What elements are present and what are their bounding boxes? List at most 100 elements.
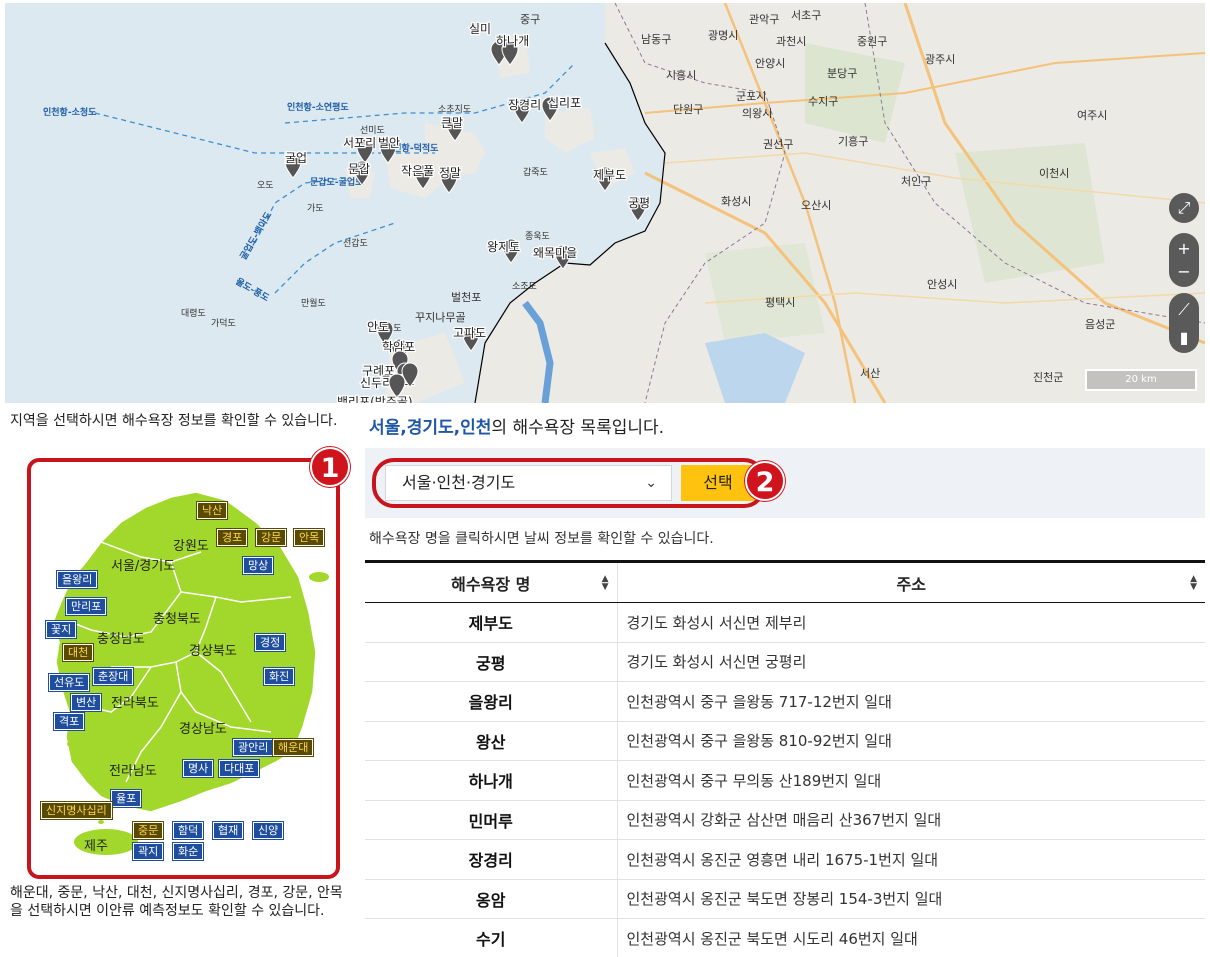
map-pin-label[interactable]: 장경리 bbox=[507, 97, 543, 114]
layers-icon[interactable]: ▮ bbox=[1180, 328, 1189, 347]
column-header-name[interactable]: 해수욕장 명 ▲ ▼ bbox=[365, 560, 618, 603]
map-pin-label[interactable]: 큰말 bbox=[440, 115, 465, 132]
map-pin-label[interactable]: 벌안 bbox=[377, 135, 402, 152]
beach-tag[interactable]: 꽃지 bbox=[44, 620, 78, 639]
region-gyeongnam[interactable]: 경상남도 bbox=[179, 718, 227, 737]
map-pin-label[interactable]: 하나개 bbox=[495, 33, 531, 50]
beach-tag[interactable]: 낙산 bbox=[195, 501, 229, 520]
table-row[interactable]: 왕산 인천광역시 중구 을왕동 810-92번지 일대 bbox=[365, 721, 1205, 761]
map-pin-label[interactable]: 정말 bbox=[438, 165, 463, 182]
beach-name-link[interactable]: 궁평 bbox=[365, 642, 618, 682]
beach-tag[interactable]: 율포 bbox=[109, 789, 143, 808]
title-region-2: 경기도 bbox=[406, 418, 454, 438]
beach-tag[interactable]: 경포 bbox=[215, 528, 249, 547]
map-pin-label[interactable]: 고파도 bbox=[452, 325, 488, 342]
region-seoul-gyeonggi[interactable]: 서울/경기도 bbox=[111, 555, 175, 574]
map-tools[interactable]: ⟋ ▮ bbox=[1169, 293, 1199, 353]
map-pin-label[interactable]: 신두리 bbox=[359, 375, 395, 392]
table-row[interactable]: 하나개 인천광역시 중구 무의동 산189번지 일대 bbox=[365, 760, 1205, 801]
zoom-in-icon[interactable]: + bbox=[1177, 239, 1190, 258]
table-row[interactable]: 옹암 인천광역시 옹진군 북도면 장봉리 154-3번지 일대 bbox=[365, 879, 1205, 919]
sea-label: 인천항-소청도 bbox=[43, 106, 97, 118]
svg-text:중구: 중구 bbox=[520, 13, 540, 26]
zoom-out-icon[interactable]: − bbox=[1177, 262, 1190, 281]
map-pin-label[interactable]: 제부도 bbox=[592, 167, 628, 184]
beach-map[interactable]: 인천항-소청도 인천항-소연평도 인천항-덕적도 문갑도-굴업도 굴업도-백아도… bbox=[5, 3, 1205, 403]
beach-tag[interactable]: 다대포 bbox=[217, 759, 261, 778]
beach-tag[interactable]: 신지명사십리 bbox=[40, 801, 113, 820]
beach-table: 해수욕장 명 ▲ ▼ 주소 ▲ ▼ 제부도 경기도 화성시 서신면 제부리 궁평 경기도 … bbox=[365, 560, 1205, 957]
svg-text:수지구: 수지구 bbox=[808, 95, 838, 108]
map-pin-label[interactable]: 궁평 bbox=[627, 195, 652, 212]
map-pin-label[interactable]: 작은풀 bbox=[400, 163, 436, 180]
zoom-control[interactable]: + − bbox=[1169, 233, 1199, 287]
map-pin-label[interactable]: 백리포(방주골) bbox=[336, 394, 414, 403]
map-pin-label[interactable]: 왕지도 bbox=[486, 239, 522, 256]
beach-name-link[interactable]: 장경리 bbox=[365, 839, 618, 880]
svg-text:분당구: 분당구 bbox=[827, 67, 857, 80]
table-row[interactable]: 궁평 경기도 화성시 서신면 궁평리 bbox=[365, 642, 1205, 682]
beach-name-link[interactable]: 왕산 bbox=[365, 721, 618, 761]
beach-tag[interactable]: 춘장대 bbox=[91, 667, 135, 686]
map-pin-label[interactable]: 서포리 bbox=[342, 135, 378, 152]
beach-address: 경기도 화성시 서신면 제부리 bbox=[617, 602, 1205, 643]
beach-tag[interactable]: 명사 bbox=[181, 759, 215, 778]
korea-region-map[interactable]: 서울/경기도 강원도 충청북도 충청남도 경상북도 전라북도 경상남도 전라남도… bbox=[27, 458, 340, 879]
beach-tag[interactable]: 경정 bbox=[253, 633, 287, 652]
table-row[interactable]: 수기 인천광역시 옹진군 북도면 시도리 46번지 일대 bbox=[365, 918, 1205, 957]
beach-name-link[interactable]: 을왕리 bbox=[365, 681, 618, 722]
beach-tag[interactable]: 안목 bbox=[292, 528, 326, 547]
beach-tag[interactable]: 만리포 bbox=[64, 597, 108, 616]
map-pin-label[interactable]: 십리포 bbox=[547, 95, 583, 112]
sort-icon[interactable]: ▲ ▼ bbox=[602, 575, 609, 592]
svg-text:굴업도-백아도: 굴업도-백아도 bbox=[237, 209, 274, 262]
beach-name-link[interactable]: 제부도 bbox=[365, 602, 618, 643]
map-pin-label[interactable]: 왜목마을 bbox=[532, 245, 579, 262]
beach-tag[interactable]: 망상 bbox=[241, 556, 275, 575]
map-pin-label[interactable]: 굴업 bbox=[284, 150, 309, 167]
map-pin-label[interactable]: 안도 bbox=[366, 319, 391, 336]
beach-tag[interactable]: 곽지 bbox=[131, 842, 165, 861]
region-chungbuk[interactable]: 충청북도 bbox=[153, 608, 201, 627]
beach-tag[interactable]: 중문 bbox=[131, 821, 165, 840]
map-canvas: 인천항-소청도 인천항-소연평도 인천항-덕적도 문갑도-굴업도 굴업도-백아도… bbox=[43, 3, 1205, 403]
svg-text:처인구: 처인구 bbox=[901, 175, 931, 188]
beach-tag[interactable]: 격포 bbox=[52, 712, 86, 731]
svg-text:오도: 오도 bbox=[257, 180, 274, 191]
beach-tag[interactable]: 을왕리 bbox=[55, 570, 99, 589]
svg-text:시흥시: 시흥시 bbox=[666, 68, 696, 82]
list-hint: 해수욕장 명을 클릭하시면 날씨 정보를 확인할 수 있습니다. bbox=[369, 531, 714, 547]
region-jeonbuk[interactable]: 전라북도 bbox=[111, 692, 159, 711]
table-row[interactable]: 제부도 경기도 화성시 서신면 제부리 bbox=[365, 602, 1205, 643]
table-row[interactable]: 장경리 인천광역시 옹진군 영흥면 내리 1675-1번지 일대 bbox=[365, 839, 1205, 880]
table-row[interactable]: 민머루 인천광역시 강화군 삼산면 매음리 산367번지 일대 bbox=[365, 800, 1205, 840]
beach-tag[interactable]: 신양 bbox=[251, 821, 285, 840]
beach-tag[interactable]: 화진 bbox=[262, 667, 296, 686]
region-gyeongbuk[interactable]: 경상북도 bbox=[189, 640, 237, 659]
fullscreen-icon[interactable]: ⤢ bbox=[1169, 193, 1199, 223]
map-pin-label[interactable]: 문갑 bbox=[347, 161, 372, 178]
region-chungnam[interactable]: 충청남도 bbox=[97, 628, 145, 647]
beach-tag[interactable]: 해운대 bbox=[271, 738, 315, 757]
beach-tag[interactable]: 변산 bbox=[69, 693, 103, 712]
beach-address: 경기도 화성시 서신면 궁평리 bbox=[617, 642, 1205, 682]
beach-name-link[interactable]: 하나개 bbox=[365, 760, 618, 801]
beach-tag[interactable]: 협재 bbox=[211, 821, 245, 840]
beach-name-link[interactable]: 민머루 bbox=[365, 800, 618, 840]
region-jeju[interactable]: 제주 bbox=[84, 835, 108, 854]
beach-tag[interactable]: 화순 bbox=[171, 842, 205, 861]
beach-name-link[interactable]: 수기 bbox=[365, 918, 618, 957]
sort-icon[interactable]: ▲ ▼ bbox=[1190, 575, 1197, 592]
column-header-address[interactable]: 주소 ▲ ▼ bbox=[617, 560, 1205, 603]
table-row[interactable]: 을왕리 인천광역시 중구 을왕동 717-12번지 일대 bbox=[365, 681, 1205, 722]
beach-tag[interactable]: 선유도 bbox=[47, 673, 91, 692]
region-gangwon[interactable]: 강원도 bbox=[173, 535, 209, 554]
region-jeonnam[interactable]: 전라남도 bbox=[109, 760, 157, 779]
ruler-icon[interactable]: ⟋ bbox=[1178, 300, 1189, 320]
beach-tag[interactable]: 대천 bbox=[61, 643, 95, 662]
beach-tag[interactable]: 강문 bbox=[254, 528, 288, 547]
beach-tag[interactable]: 함덕 bbox=[171, 821, 205, 840]
beach-name-link[interactable]: 옹암 bbox=[365, 879, 618, 919]
map-pin-label[interactable]: 실미 bbox=[468, 21, 493, 38]
beach-tag[interactable]: 광안리 bbox=[231, 738, 275, 757]
